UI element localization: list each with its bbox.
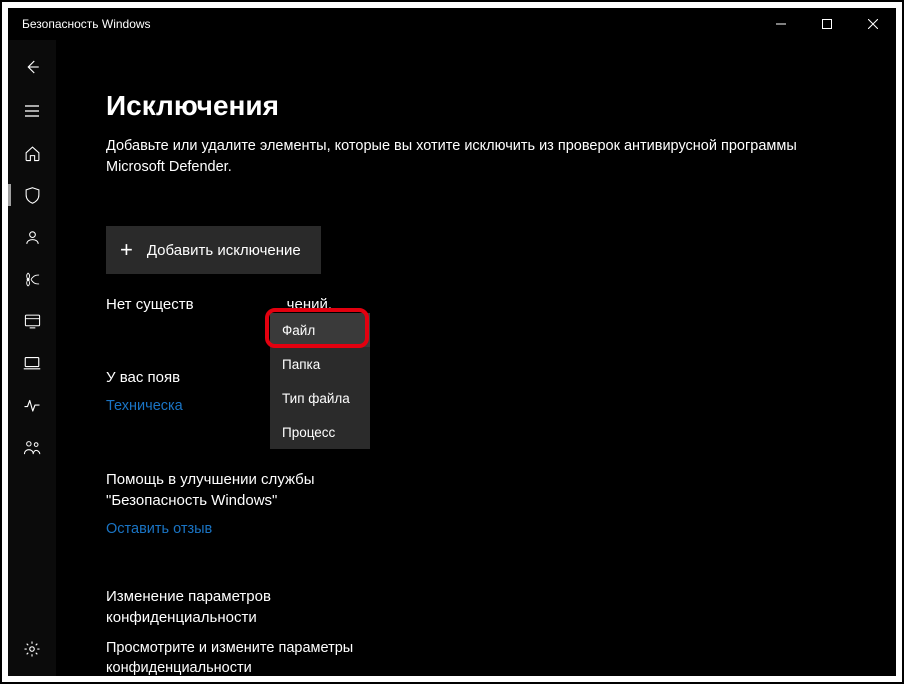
sidebar-item-home[interactable] <box>8 132 56 174</box>
plus-icon: + <box>120 239 133 261</box>
minimize-button[interactable] <box>758 8 804 40</box>
device-icon <box>23 356 41 371</box>
family-icon <box>23 439 42 456</box>
help-link[interactable]: Техническа <box>106 398 183 414</box>
menu-icon <box>24 103 40 119</box>
shield-icon <box>24 186 41 205</box>
feedback-title: Помощь в улучшении службы "Безопасность … <box>106 469 396 511</box>
add-exclusion-dropdown: Файл Папка Тип файла Процесс <box>270 313 370 449</box>
close-icon <box>868 19 878 29</box>
performance-icon <box>23 397 41 413</box>
feedback-section: Помощь в улучшении службы "Безопасность … <box>106 469 396 538</box>
back-button[interactable] <box>8 44 56 90</box>
feedback-link[interactable]: Оставить отзыв <box>106 521 212 537</box>
window-controls <box>758 8 896 40</box>
sidebar-item-performance[interactable] <box>8 384 56 426</box>
window-title: Безопасность Windows <box>22 17 151 31</box>
minimize-icon <box>776 19 786 29</box>
home-icon <box>24 145 41 162</box>
menu-button[interactable] <box>8 90 56 132</box>
sidebar-item-firewall[interactable] <box>8 258 56 300</box>
privacy-title: Изменение параметров конфиденциальности <box>106 586 406 628</box>
sidebar <box>8 40 56 676</box>
close-button[interactable] <box>850 8 896 40</box>
sidebar-item-settings[interactable] <box>8 628 56 670</box>
titlebar: Безопасность Windows <box>8 8 896 40</box>
content-area: Исключения Добавьте или удалите элементы… <box>56 40 896 676</box>
window-body: Исключения Добавьте или удалите элементы… <box>8 40 896 676</box>
sidebar-item-virus[interactable] <box>8 174 56 216</box>
app-browser-icon <box>24 313 41 330</box>
firewall-icon <box>23 271 42 288</box>
sidebar-item-account[interactable] <box>8 216 56 258</box>
privacy-desc: Просмотрите и измените параметры конфиде… <box>106 638 406 676</box>
sidebar-item-device[interactable] <box>8 342 56 384</box>
sidebar-item-app-browser[interactable] <box>8 300 56 342</box>
page-title: Исключения <box>106 90 872 122</box>
app-window: Безопасность Windows <box>8 8 896 676</box>
dropdown-item-process[interactable]: Процесс <box>270 415 370 449</box>
maximize-icon <box>822 19 832 29</box>
privacy-section: Изменение параметров конфиденциальности … <box>106 586 406 676</box>
maximize-button[interactable] <box>804 8 850 40</box>
account-icon <box>24 229 41 246</box>
add-exclusion-button[interactable]: + Добавить исключение <box>106 226 321 274</box>
dropdown-item-filetype[interactable]: Тип файла <box>270 381 370 415</box>
sidebar-item-family[interactable] <box>8 426 56 468</box>
settings-icon <box>23 640 41 658</box>
page-description: Добавьте или удалите элементы, которые в… <box>106 136 846 178</box>
no-exclusions-text: Нет существующих исключений. <box>106 296 872 313</box>
add-exclusion-label: Добавить исключение <box>147 242 301 259</box>
back-icon <box>23 58 41 76</box>
dropdown-item-folder[interactable]: Папка <box>270 347 370 381</box>
dropdown-item-file[interactable]: Файл <box>270 313 370 347</box>
